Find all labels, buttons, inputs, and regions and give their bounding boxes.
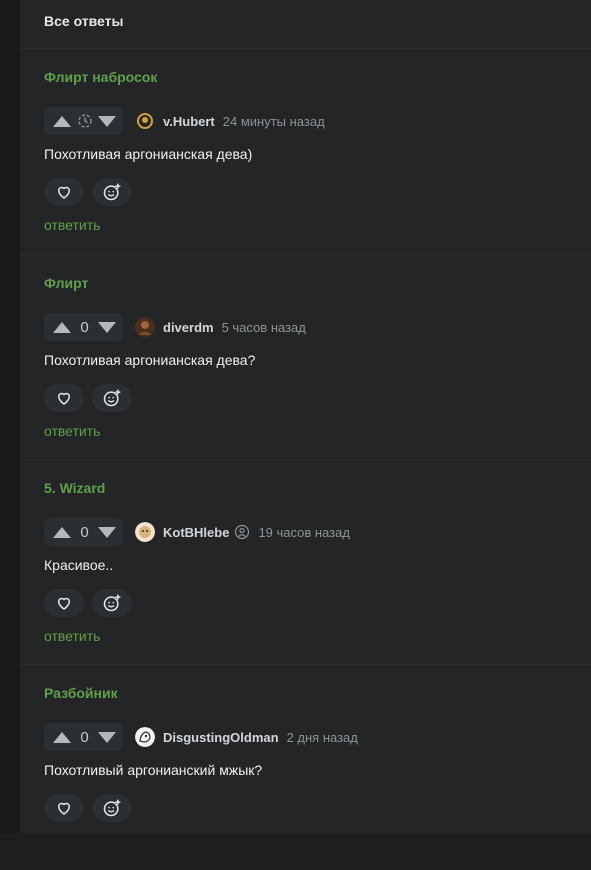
comment-timestamp: 19 часов назад bbox=[258, 524, 350, 540]
comment-meta: v.Hubert 24 минуты назад bbox=[44, 107, 325, 135]
comment-actions bbox=[44, 589, 140, 617]
heart-icon bbox=[58, 186, 70, 199]
post-title-link[interactable]: Разбойник bbox=[44, 685, 118, 701]
comment-actions bbox=[44, 384, 140, 412]
heart-icon bbox=[58, 802, 70, 815]
comment-item: 5. Wizard 0 KotBHlebe 19 часов назад Кра… bbox=[20, 460, 591, 665]
user-circle-icon bbox=[234, 524, 250, 540]
arrow-up-icon[interactable] bbox=[53, 321, 71, 333]
vote-control: 0 bbox=[44, 313, 123, 341]
vote-control bbox=[44, 107, 123, 135]
vote-count: 0 bbox=[80, 523, 89, 541]
username-link[interactable]: diverdm bbox=[163, 320, 214, 335]
comment-item: Флирт набросок v.Hubert 24 минуты назад … bbox=[20, 49, 591, 255]
vote-control: 0 bbox=[44, 723, 123, 751]
add-reaction-button[interactable] bbox=[92, 384, 132, 412]
vote-control: 0 bbox=[44, 518, 123, 546]
comment-meta: 0 KotBHlebe 19 часов назад bbox=[44, 518, 350, 546]
reply-link[interactable]: ответить bbox=[44, 628, 100, 644]
reply-link[interactable]: ответить bbox=[44, 423, 100, 439]
clock-icon bbox=[71, 113, 98, 129]
comment-item: Флирт 0 diverdm 5 часов назад Похотливая… bbox=[20, 255, 591, 460]
arrow-down-icon[interactable] bbox=[98, 731, 116, 743]
comments-panel: Все ответы Флирт набросок v.Hubert 24 ми… bbox=[20, 0, 591, 833]
username-link[interactable]: KotBHlebe bbox=[163, 525, 229, 540]
add-emoji-icon bbox=[103, 799, 121, 817]
comment-text: Похотливый аргонианский мжык? bbox=[44, 762, 263, 778]
like-button[interactable] bbox=[44, 384, 84, 412]
arrow-down-icon[interactable] bbox=[98, 321, 116, 333]
arrow-up-icon[interactable] bbox=[53, 731, 71, 743]
arrow-up-icon[interactable] bbox=[53, 115, 71, 127]
comment-text: Похотливая аргонианская дева? bbox=[44, 352, 256, 368]
avatar[interactable] bbox=[135, 111, 155, 131]
post-title-link[interactable]: 5. Wizard bbox=[44, 480, 105, 496]
heart-icon bbox=[58, 392, 70, 405]
comment-timestamp: 2 дня назад bbox=[286, 729, 358, 745]
add-reaction-button[interactable] bbox=[92, 178, 132, 206]
avatar[interactable] bbox=[135, 317, 155, 337]
page-title: Все ответы bbox=[44, 13, 124, 29]
add-reaction-button[interactable] bbox=[92, 589, 132, 617]
panel-header: Все ответы bbox=[20, 0, 591, 49]
reply-link[interactable]: ответить bbox=[44, 217, 100, 233]
left-strip bbox=[0, 0, 20, 833]
comment-actions bbox=[44, 794, 140, 822]
comment-actions bbox=[44, 178, 140, 206]
vote-count: 0 bbox=[80, 318, 89, 336]
arrow-down-icon[interactable] bbox=[98, 526, 116, 538]
comment-text: Красивое.. bbox=[44, 557, 114, 573]
comment-timestamp: 5 часов назад bbox=[221, 319, 306, 335]
add-emoji-icon bbox=[103, 389, 121, 407]
comment-meta: 0 diverdm 5 часов назад bbox=[44, 313, 306, 341]
avatar[interactable] bbox=[135, 727, 155, 747]
avatar[interactable] bbox=[135, 522, 155, 542]
like-button[interactable] bbox=[44, 794, 84, 822]
post-title-link[interactable]: Флирт набросок bbox=[44, 69, 157, 85]
post-title-link[interactable]: Флирт bbox=[44, 275, 88, 291]
comment-timestamp: 24 минуты назад bbox=[222, 113, 325, 129]
like-button[interactable] bbox=[44, 589, 84, 617]
add-emoji-icon bbox=[103, 183, 121, 201]
like-button[interactable] bbox=[44, 178, 84, 206]
comment-text: Похотливая аргонианская дева) bbox=[44, 146, 253, 162]
vote-count: 0 bbox=[80, 728, 89, 746]
add-reaction-button[interactable] bbox=[92, 794, 132, 822]
heart-icon bbox=[58, 597, 70, 610]
arrow-down-icon[interactable] bbox=[98, 115, 116, 127]
comment-meta: 0 DisgustingOldman 2 дня назад bbox=[44, 723, 358, 751]
username-link[interactable]: DisgustingOldman bbox=[163, 730, 279, 745]
username-link[interactable]: v.Hubert bbox=[163, 114, 215, 129]
comment-item: Разбойник 0 DisgustingOldman 2 дня назад… bbox=[20, 665, 591, 870]
add-emoji-icon bbox=[103, 594, 121, 612]
arrow-up-icon[interactable] bbox=[53, 526, 71, 538]
